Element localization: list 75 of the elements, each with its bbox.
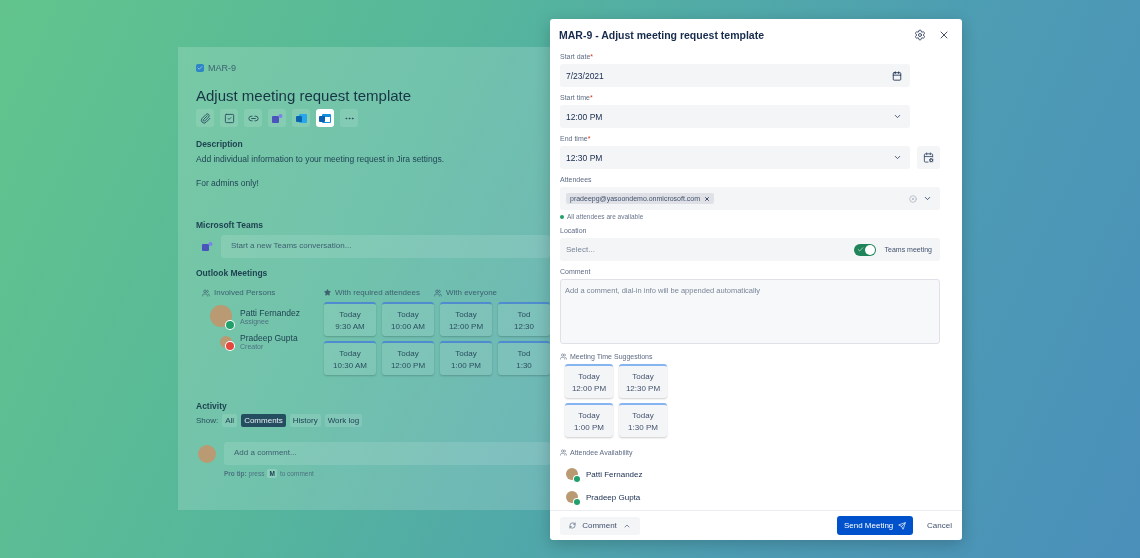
chevron-down-icon: [923, 194, 932, 203]
settings-button[interactable]: [914, 29, 926, 41]
envelope-logo-icon: [295, 112, 307, 124]
toggle-switch[interactable]: [853, 243, 876, 256]
toolbar-button[interactable]: [244, 109, 262, 127]
time-slot[interactable]: Today 12:30 PM: [619, 364, 667, 398]
people-logo-icon: [271, 112, 283, 124]
description-text: For admins only!: [196, 178, 260, 188]
people-logo-icon: [202, 241, 213, 252]
calendar-logo-icon: [319, 112, 331, 124]
time-slot[interactable]: Today 1:00 PM: [440, 341, 492, 375]
filter-tab[interactable]: History: [289, 414, 321, 427]
chevron-down-icon: [893, 112, 902, 121]
person-name: Patti Fernandez: [586, 469, 643, 479]
check-icon: [856, 246, 864, 253]
checkbox-icon: [223, 112, 235, 124]
section-label: Activity: [196, 401, 228, 411]
column-header: With required attendees: [324, 288, 420, 297]
close-button[interactable]: [938, 29, 950, 41]
toolbar-button[interactable]: [292, 109, 310, 127]
send-icon: [898, 521, 907, 530]
time-select[interactable]: 12:30 PM: [560, 146, 910, 169]
filter-tab[interactable]: Comments: [241, 414, 286, 427]
person-name: Patti Fernandez: [240, 307, 300, 318]
toolbar-button[interactable]: [220, 109, 238, 127]
time-slot[interactable]: Today 1:00 PM: [565, 403, 613, 437]
send-meeting-button[interactable]: Send Meeting: [837, 516, 914, 535]
person-name: Pradeep Gupta: [240, 333, 298, 343]
users-icon: [560, 353, 567, 360]
dialog-title: MAR-9 - Adjust meeting request template: [559, 29, 765, 41]
filter-tab[interactable]: Work log: [324, 414, 363, 427]
calendar-icon: [892, 70, 902, 81]
calendar-settings-button[interactable]: [917, 146, 940, 169]
column-header: With everyone: [433, 288, 498, 297]
section-label: Outlook Meetings: [196, 268, 269, 278]
description-label: Description: [196, 139, 244, 149]
show-label: Show:: [196, 416, 219, 425]
star-icon: [324, 289, 331, 296]
remove-icon: [704, 195, 711, 202]
filter-tab[interactable]: All: [222, 414, 238, 427]
users-icon: [433, 288, 442, 297]
time-slot[interactable]: Tod 12:30: [498, 302, 550, 336]
toolbar-button[interactable]: [316, 109, 334, 127]
users-icon: [202, 288, 210, 297]
paperclip-icon: [199, 112, 211, 124]
comment-button[interactable]: Comment: [560, 516, 640, 535]
status-dot: [560, 214, 564, 219]
section-label: Microsoft Teams: [196, 220, 264, 230]
refresh-icon: [569, 522, 577, 529]
cancel-button[interactable]: Cancel: [927, 521, 952, 530]
avatar: [198, 444, 216, 463]
time-slot[interactable]: Today 1:30 PM: [619, 403, 667, 437]
chevron-down-icon: [893, 153, 902, 162]
column-header: Involved Persons: [202, 288, 324, 297]
time-slot[interactable]: Today 12:00 PM: [440, 302, 492, 336]
time-slot[interactable]: Today 12:00 PM: [565, 364, 613, 398]
time-slot[interactable]: Today 12:00 PM: [382, 341, 434, 375]
issue-title: Adjust meeting request template: [196, 87, 413, 104]
description-text: Add individual information to your meeting request in Jira settings.: [196, 154, 446, 164]
teams-input[interactable]: Start a new Teams conversation...: [221, 235, 550, 258]
time-select[interactable]: 12:00 PM: [560, 105, 910, 128]
person-name: Pradeep Gupta: [586, 492, 641, 502]
toolbar-button[interactable]: [196, 109, 214, 127]
time-slot[interactable]: Today 9:30 AM: [324, 302, 376, 336]
issue-key: MAR-9: [208, 63, 236, 73]
clear-icon: [909, 194, 917, 203]
calendar-gear-icon: [923, 152, 934, 163]
toolbar-button[interactable]: [268, 109, 286, 127]
comment-input[interactable]: Add a comment...: [224, 442, 550, 465]
task-icon: [196, 64, 204, 72]
users-icon: [560, 449, 567, 456]
time-slot[interactable]: Tod 1:30: [498, 341, 550, 375]
time-slot[interactable]: Today 10:00 AM: [382, 302, 434, 336]
time-slot[interactable]: Today 10:30 AM: [324, 341, 376, 375]
date-field[interactable]: 7/23/2021: [560, 64, 910, 87]
